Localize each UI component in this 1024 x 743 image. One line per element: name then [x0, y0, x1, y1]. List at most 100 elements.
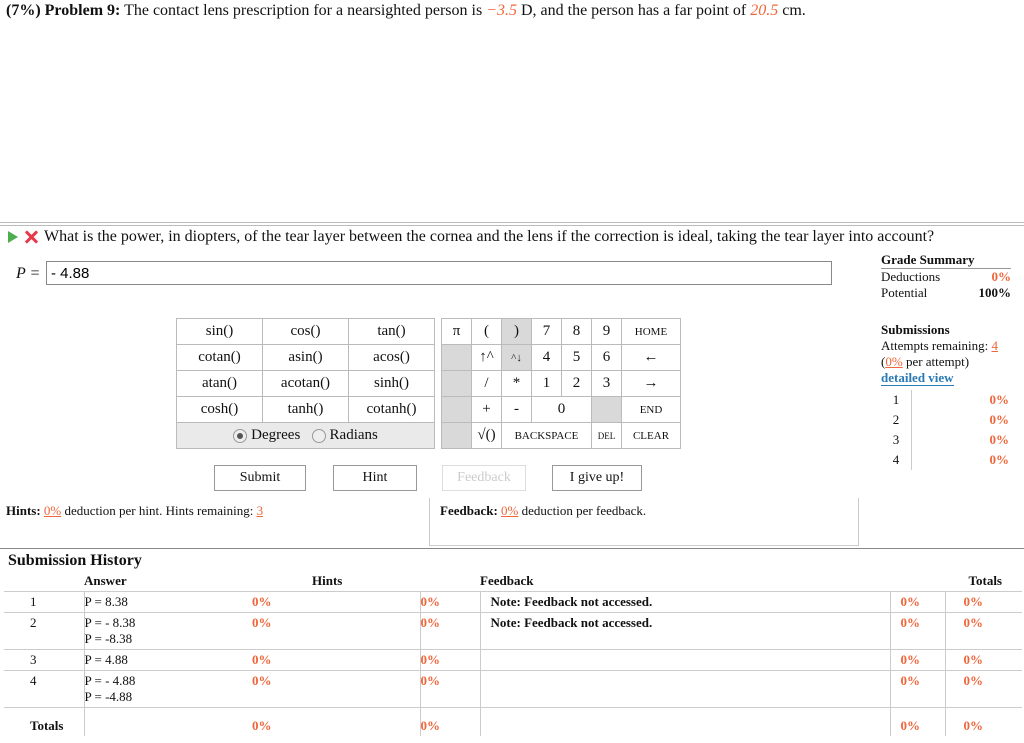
- problem-text-before: The contact lens prescription for a near…: [124, 2, 483, 19]
- key-clear[interactable]: CLEAR: [621, 422, 681, 449]
- key-1[interactable]: 1: [531, 370, 562, 397]
- key-cosh[interactable]: cosh(): [176, 396, 263, 423]
- total-pct: 0%: [944, 670, 1022, 708]
- key-close-paren[interactable]: ): [501, 318, 532, 345]
- submissions-panel: Submissions Attempts remaining: 4 (0% pe…: [881, 322, 1011, 470]
- radians-label: Radians: [329, 427, 378, 443]
- key-9[interactable]: 9: [591, 318, 622, 345]
- row-number: 1: [4, 591, 84, 613]
- submission-history-title: Submission History: [8, 552, 142, 569]
- potential-value: 100%: [978, 285, 1012, 300]
- answer-text: P = 8.38: [84, 594, 128, 609]
- degrees-radio[interactable]: [233, 428, 248, 443]
- totals-answer-pct: 0%: [252, 707, 312, 736]
- col-feedback: Feedback: [480, 573, 534, 588]
- hints-pct: 0%: [419, 670, 480, 708]
- expand-arrow-icon[interactable]: [8, 231, 18, 243]
- radians-radio[interactable]: [311, 428, 326, 443]
- problem-text-end: cm.: [782, 2, 806, 19]
- feedback-pct: 0%: [889, 591, 945, 613]
- total-pct: 0%: [944, 649, 1022, 671]
- key-minus[interactable]: -: [501, 396, 532, 423]
- feedback-note: Note: Feedback not accessed.: [479, 591, 890, 613]
- hints-remaining: 3: [256, 503, 264, 518]
- key-3[interactable]: 3: [591, 370, 622, 397]
- answer-text: P = - 4.88: [84, 673, 136, 688]
- submissions-title: Submissions: [881, 322, 950, 337]
- key-5[interactable]: 5: [561, 344, 592, 371]
- key-end[interactable]: END: [621, 396, 681, 423]
- give-up-button[interactable]: I give up!: [552, 465, 642, 491]
- key-left-arrow[interactable]: ←: [621, 344, 681, 371]
- grade-summary: Grade Summary Deductions 0% Potential 100%: [881, 252, 1011, 301]
- key-0[interactable]: 0: [531, 396, 592, 423]
- degrees-label: Degrees: [251, 427, 301, 443]
- row-number: 2: [4, 612, 84, 650]
- key-cos[interactable]: cos(): [262, 318, 349, 345]
- prescription-value: −3.5: [486, 2, 517, 19]
- key-tanh[interactable]: tanh(): [262, 396, 349, 423]
- problem-weight: (7%): [6, 2, 41, 19]
- attempt-pct: 0%: [911, 410, 1011, 430]
- key-lower[interactable]: ^↓: [501, 344, 532, 371]
- table-row: 4 P = - 4.88 P = -4.88 0% 0% 0% 0%: [4, 670, 1022, 708]
- key-multiply[interactable]: *: [501, 370, 532, 397]
- key-sin[interactable]: sin(): [176, 318, 263, 345]
- totals-label: Totals: [4, 707, 84, 736]
- key-7[interactable]: 7: [531, 318, 562, 345]
- key-del[interactable]: DEL: [591, 422, 622, 449]
- hints-label: Hints:: [6, 503, 41, 518]
- key-divide[interactable]: /: [471, 370, 502, 397]
- grade-summary-title: Grade Summary: [881, 252, 1011, 269]
- key-6[interactable]: 6: [591, 344, 622, 371]
- total-pct: 0%: [944, 612, 1022, 650]
- key-raise[interactable]: ↑^: [471, 344, 502, 371]
- divider: [0, 548, 1024, 549]
- hints-info: Hints: 0% deduction per hint. Hints rema…: [6, 503, 263, 519]
- key-cotanh[interactable]: cotanh(): [348, 396, 435, 423]
- attempt-table: 1 0% 2 0% 3 0% 4 0%: [881, 390, 1011, 470]
- key-8[interactable]: 8: [561, 318, 592, 345]
- col-answer: Answer: [84, 573, 127, 588]
- divider: [0, 222, 1024, 223]
- answer-pct: 0%: [252, 612, 312, 650]
- key-open-paren[interactable]: (: [471, 318, 502, 345]
- key-sinh[interactable]: sinh(): [348, 370, 435, 397]
- key-sqrt[interactable]: √(): [471, 422, 502, 449]
- feedback-button[interactable]: Feedback: [442, 465, 526, 491]
- answer-text-parsed: P = -4.88: [84, 689, 133, 704]
- totals-total-pct: 0%: [944, 707, 1022, 736]
- question-row: What is the power, in diopters, of the t…: [8, 228, 934, 246]
- feedback-pct: 0%: [889, 649, 945, 671]
- submit-button[interactable]: Submit: [214, 465, 306, 491]
- key-tan[interactable]: tan(): [348, 318, 435, 345]
- totals-row: Totals 0% 0% 0% 0%: [4, 707, 1022, 736]
- problem-statement: (7%) Problem 9: The contact lens prescri…: [6, 2, 806, 20]
- key-acos[interactable]: acos(): [348, 344, 435, 371]
- feedback-label: Feedback:: [440, 503, 498, 518]
- key-atan[interactable]: atan(): [176, 370, 263, 397]
- problem-label: Problem 9:: [44, 2, 121, 19]
- answer-pct: 0%: [252, 591, 312, 613]
- key-right-arrow[interactable]: →: [621, 370, 681, 397]
- table-row: 3 P = 4.88 0% 0% 0% 0%: [4, 649, 1022, 671]
- key-4[interactable]: 4: [531, 344, 562, 371]
- per-attempt-pct: 0%: [885, 354, 903, 369]
- problem-text-mid: D, and the person has a far point of: [520, 2, 747, 19]
- hint-button[interactable]: Hint: [333, 465, 417, 491]
- key-home[interactable]: HOME: [621, 318, 681, 345]
- key-asin[interactable]: asin(): [262, 344, 349, 371]
- attempt-number: 2: [892, 412, 900, 427]
- key-backspace[interactable]: BACKSPACE: [501, 422, 592, 449]
- feedback-note: [479, 649, 890, 671]
- key-acotan[interactable]: acotan(): [262, 370, 349, 397]
- answer-input[interactable]: [46, 261, 832, 285]
- detailed-view-link[interactable]: detailed view: [881, 370, 954, 386]
- answer-pct: 0%: [252, 670, 312, 708]
- key-2[interactable]: 2: [561, 370, 592, 397]
- key-plus[interactable]: +: [471, 396, 502, 423]
- submission-history-table: Answer Hints Feedback Totals 1 P = 8.38 …: [4, 571, 1022, 736]
- key-pi[interactable]: π: [441, 318, 472, 345]
- key-cotan[interactable]: cotan(): [176, 344, 263, 371]
- totals-hints-pct: 0%: [419, 707, 480, 736]
